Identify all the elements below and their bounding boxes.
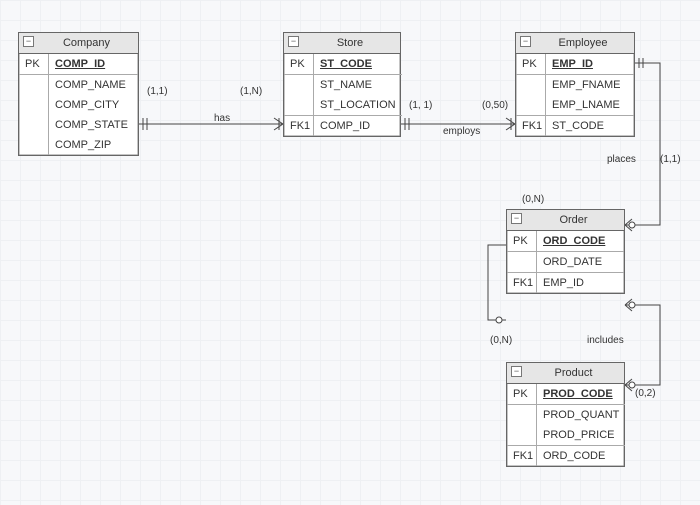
entity-product[interactable]: − Product PK PROD_CODE PROD_QUANT PROD_P… [506,362,625,467]
attr: COMP_STATE [49,115,138,135]
attr: COMP_CITY [49,95,138,115]
attr: COMP_NAME [49,74,138,95]
card-includes-top: (0,N) [490,335,512,346]
pk-field: ORD_CODE [537,231,624,251]
pk-label: PK [507,231,537,251]
fk-label: FK1 [516,115,546,136]
card-employs-right: (0,50) [482,100,508,111]
collapse-icon[interactable]: − [511,366,522,377]
attr: EMP_FNAME [546,74,634,95]
entity-employee[interactable]: − Employee PK EMP_ID EMP_FNAME EMP_LNAME… [515,32,635,137]
rel-includes-label: includes [587,335,624,346]
entity-title-label: Order [559,214,587,226]
fk-field: COMP_ID [314,115,402,136]
fk-field: EMP_ID [537,272,624,293]
entity-title-label: Employee [559,37,608,49]
fk-label: FK1 [284,115,314,136]
card-includes-bottom: (0,2) [635,388,656,399]
attr: PROD_PRICE [537,425,625,445]
pk-field: PROD_CODE [537,384,625,404]
attr: EMP_LNAME [546,95,634,115]
card-places-bottom: (0,N) [522,194,544,205]
entity-store[interactable]: − Store PK ST_CODE ST_NAME ST_LOCATION F… [283,32,401,137]
entity-order-title[interactable]: − Order [507,210,624,231]
entity-product-title[interactable]: − Product [507,363,624,384]
entity-company[interactable]: − Company PK COMP_ID COMP_NAME COMP_CITY… [18,32,139,156]
fk-field: ORD_CODE [537,445,625,466]
rel-places-label: places [607,154,636,165]
card-has-right: (1,N) [240,86,262,97]
entity-company-title[interactable]: − Company [19,33,138,54]
entity-order[interactable]: − Order PK ORD_CODE ORD_DATE FK1 EMP_ID [506,209,625,294]
fk-field: ST_CODE [546,115,634,136]
entity-employee-title[interactable]: − Employee [516,33,634,54]
pk-field: COMP_ID [49,54,138,74]
attr: ST_LOCATION [314,95,402,115]
attr: PROD_QUANT [537,404,625,425]
attr: ORD_DATE [537,251,624,272]
pk-label: PK [284,54,314,74]
entity-title-label: Store [337,37,363,49]
rel-employs-label: employs [443,126,480,137]
pk-label: PK [19,54,49,74]
collapse-icon[interactable]: − [23,36,34,47]
fk-label: FK1 [507,445,537,466]
entity-title-label: Company [63,37,110,49]
pk-label: PK [516,54,546,74]
card-employs-left: (1, 1) [409,100,432,111]
attr: ST_NAME [314,74,402,95]
rel-has-label: has [214,113,230,124]
entity-store-title[interactable]: − Store [284,33,400,54]
pk-field: EMP_ID [546,54,634,74]
entity-title-label: Product [555,367,593,379]
card-has-left: (1,1) [147,86,168,97]
fk-label: FK1 [507,272,537,293]
pk-label: PK [507,384,537,404]
card-places-top: (1,1) [660,154,681,165]
collapse-icon[interactable]: − [520,36,531,47]
collapse-icon[interactable]: − [288,36,299,47]
pk-field: ST_CODE [314,54,402,74]
attr: COMP_ZIP [49,135,138,155]
collapse-icon[interactable]: − [511,213,522,224]
